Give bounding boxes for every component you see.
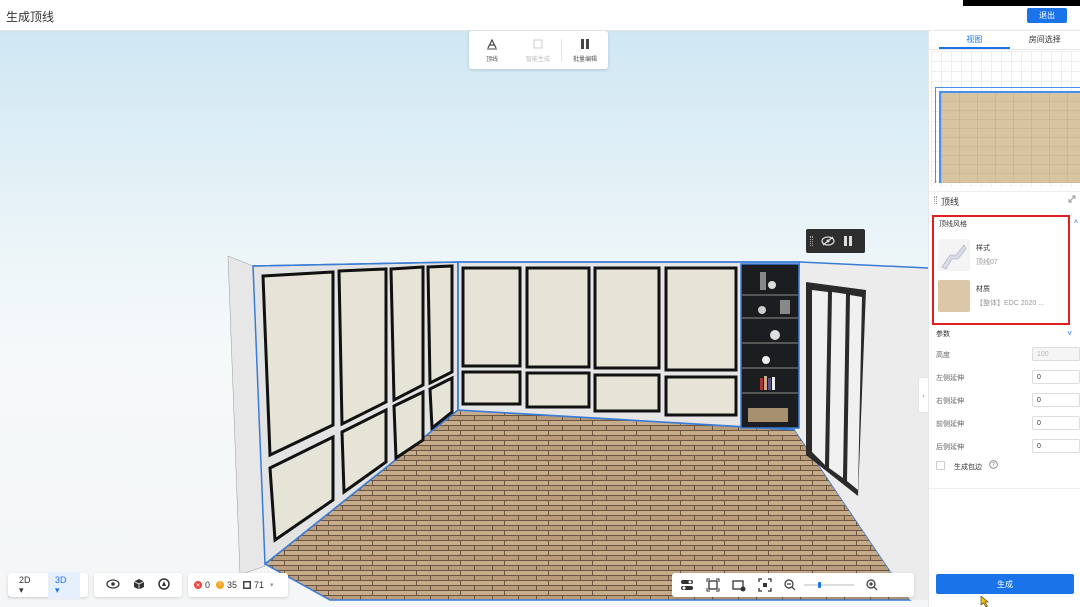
generate-edge-checkbox[interactable] (936, 461, 945, 470)
zoom-slider-handle[interactable] (818, 582, 821, 588)
batch-edit-icon[interactable] (843, 236, 853, 246)
toolbar-smart-generate-button[interactable]: 智能生成 (515, 31, 561, 69)
toolbar-batch-edit-button[interactable]: 批量编辑 (562, 31, 608, 69)
toolbar-ceiling-line-button[interactable]: 顶线 (469, 31, 515, 69)
floating-toolbar: 顶线 智能生成 批量编辑 (469, 31, 608, 69)
minimap-room[interactable] (939, 91, 1080, 183)
warning-icon: ! (216, 581, 225, 589)
zoom-out-icon[interactable] (784, 579, 796, 591)
param-row-height: 高度 (936, 347, 1080, 361)
section-title: 顶线 (941, 197, 960, 207)
chevron-down-icon[interactable]: ˅ (1067, 329, 1072, 338)
tab-room-select[interactable]: 房间选择 (1010, 31, 1080, 49)
left-extend-input[interactable] (1032, 370, 1080, 384)
chevron-down-icon: ▾ (270, 582, 274, 589)
room-scene[interactable] (0, 31, 928, 607)
error-icon: ✕ (194, 581, 202, 589)
expand-icon[interactable] (1068, 195, 1076, 205)
chevron-up-icon[interactable]: ˄ (1074, 219, 1078, 226)
material-value: 【整体】EDC 2020 ... (976, 300, 1045, 307)
eye-icon[interactable] (106, 579, 120, 591)
mode-3d-button[interactable]: 3D ▾ (48, 571, 80, 599)
grid-icon (243, 581, 252, 589)
material-option[interactable]: 材质 【整体】EDC 2020 ... (938, 280, 1066, 314)
param-label: 右侧延伸 (936, 398, 964, 405)
svg-text:?: ? (992, 462, 995, 469)
error-count-value: 0 (205, 580, 211, 590)
style-option[interactable]: 样式 顶线07 (938, 239, 1066, 273)
style-group-title: 顶线风格 (939, 221, 967, 228)
exit-button[interactable]: 退出 (1027, 8, 1067, 23)
mode-2d-button[interactable]: 2D ▾ (12, 572, 44, 599)
param-label: 高度 (936, 352, 950, 359)
toggle-icon[interactable] (680, 578, 694, 592)
status-counts[interactable]: ✕ 0 ! 35 71 ▾ (188, 573, 288, 597)
right-extend-input[interactable] (1032, 393, 1080, 407)
item-count-value: 71 (254, 580, 265, 590)
param-row-right-extend: 右侧延伸 (936, 393, 1080, 407)
view-mode-switch: 2D ▾ 3D ▾ (8, 571, 88, 599)
item-count: 71 (243, 580, 264, 590)
viewport-tools (672, 573, 914, 597)
ceiling-style-group: 顶线风格 ˄ 样式 顶线07 材质 【整体】EDC 2020 ... (932, 215, 1078, 325)
section-header: 顶线 (929, 191, 1080, 207)
header-bar: 生成顶线 退出 (0, 0, 1080, 31)
params-title: 参数 (936, 331, 950, 338)
tab-view[interactable]: 视图 (939, 31, 1010, 49)
toolbar-item-label: 批量编辑 (572, 56, 597, 63)
screen-overlay (963, 0, 1080, 6)
minimap[interactable] (931, 51, 1080, 187)
back-extend-input[interactable] (1032, 439, 1080, 453)
focus-icon[interactable] (758, 578, 772, 592)
compass-icon[interactable] (157, 578, 170, 592)
style-thumbnail (938, 239, 970, 271)
warning-count: ! 35 (216, 580, 237, 590)
error-count: ✕ 0 (194, 580, 210, 590)
mode-3d-label: 3D (55, 574, 67, 585)
mouse-cursor-icon (980, 595, 990, 607)
toolbar-item-label: 智能生成 (525, 56, 550, 63)
ceiling-line-icon (486, 38, 498, 54)
3d-viewport[interactable]: 酷家乐版权所有 (0, 31, 928, 607)
height-input[interactable] (1032, 347, 1080, 361)
param-row-back-extend: 后侧延伸 (936, 439, 1080, 453)
front-extend-input[interactable] (1032, 416, 1080, 430)
drag-handle[interactable] (810, 236, 813, 246)
object-tools (806, 229, 865, 253)
help-icon[interactable]: ? (989, 460, 998, 471)
param-label: 左侧延伸 (936, 375, 964, 382)
cube-icon[interactable] (133, 578, 145, 592)
style-value: 顶线07 (976, 259, 998, 266)
param-label: 后侧延伸 (936, 444, 964, 451)
warning-count-value: 35 (227, 580, 238, 590)
view-tools (94, 573, 182, 597)
panel-tabs: 视图 房间选择 (929, 31, 1080, 50)
material-thumbnail (938, 280, 970, 312)
batch-edit-icon (579, 38, 591, 54)
mode-2d-label: 2D (19, 574, 31, 585)
fit-view-icon[interactable] (706, 578, 720, 592)
zoom-in-icon[interactable] (866, 579, 878, 591)
zoom-slider[interactable] (804, 582, 854, 588)
panel-divider (929, 488, 1080, 489)
camera-icon[interactable] (732, 578, 746, 592)
generate-button[interactable]: 生成 (936, 574, 1074, 594)
right-panel: 视图 房间选择 顶线 顶线风格 ˄ 样式 顶线07 材质 【整体】EDC 202… (928, 31, 1080, 607)
style-label: 样式 (976, 245, 990, 252)
generate-edge-label: 生成包边 (954, 464, 982, 471)
toolbar-item-label: 顶线 (485, 56, 498, 63)
panel-collapse-handle[interactable]: › (918, 377, 928, 413)
drag-handle[interactable] (934, 196, 937, 204)
param-row-left-extend: 左侧延伸 (936, 370, 1080, 384)
chevron-right-icon: › (922, 390, 925, 400)
material-label: 材质 (976, 286, 990, 293)
page-title: 生成顶线 (6, 10, 55, 24)
hide-icon[interactable] (821, 236, 835, 246)
smart-generate-icon (532, 38, 544, 54)
param-row-front-extend: 前侧延伸 (936, 416, 1080, 430)
param-label: 前侧延伸 (936, 421, 964, 428)
